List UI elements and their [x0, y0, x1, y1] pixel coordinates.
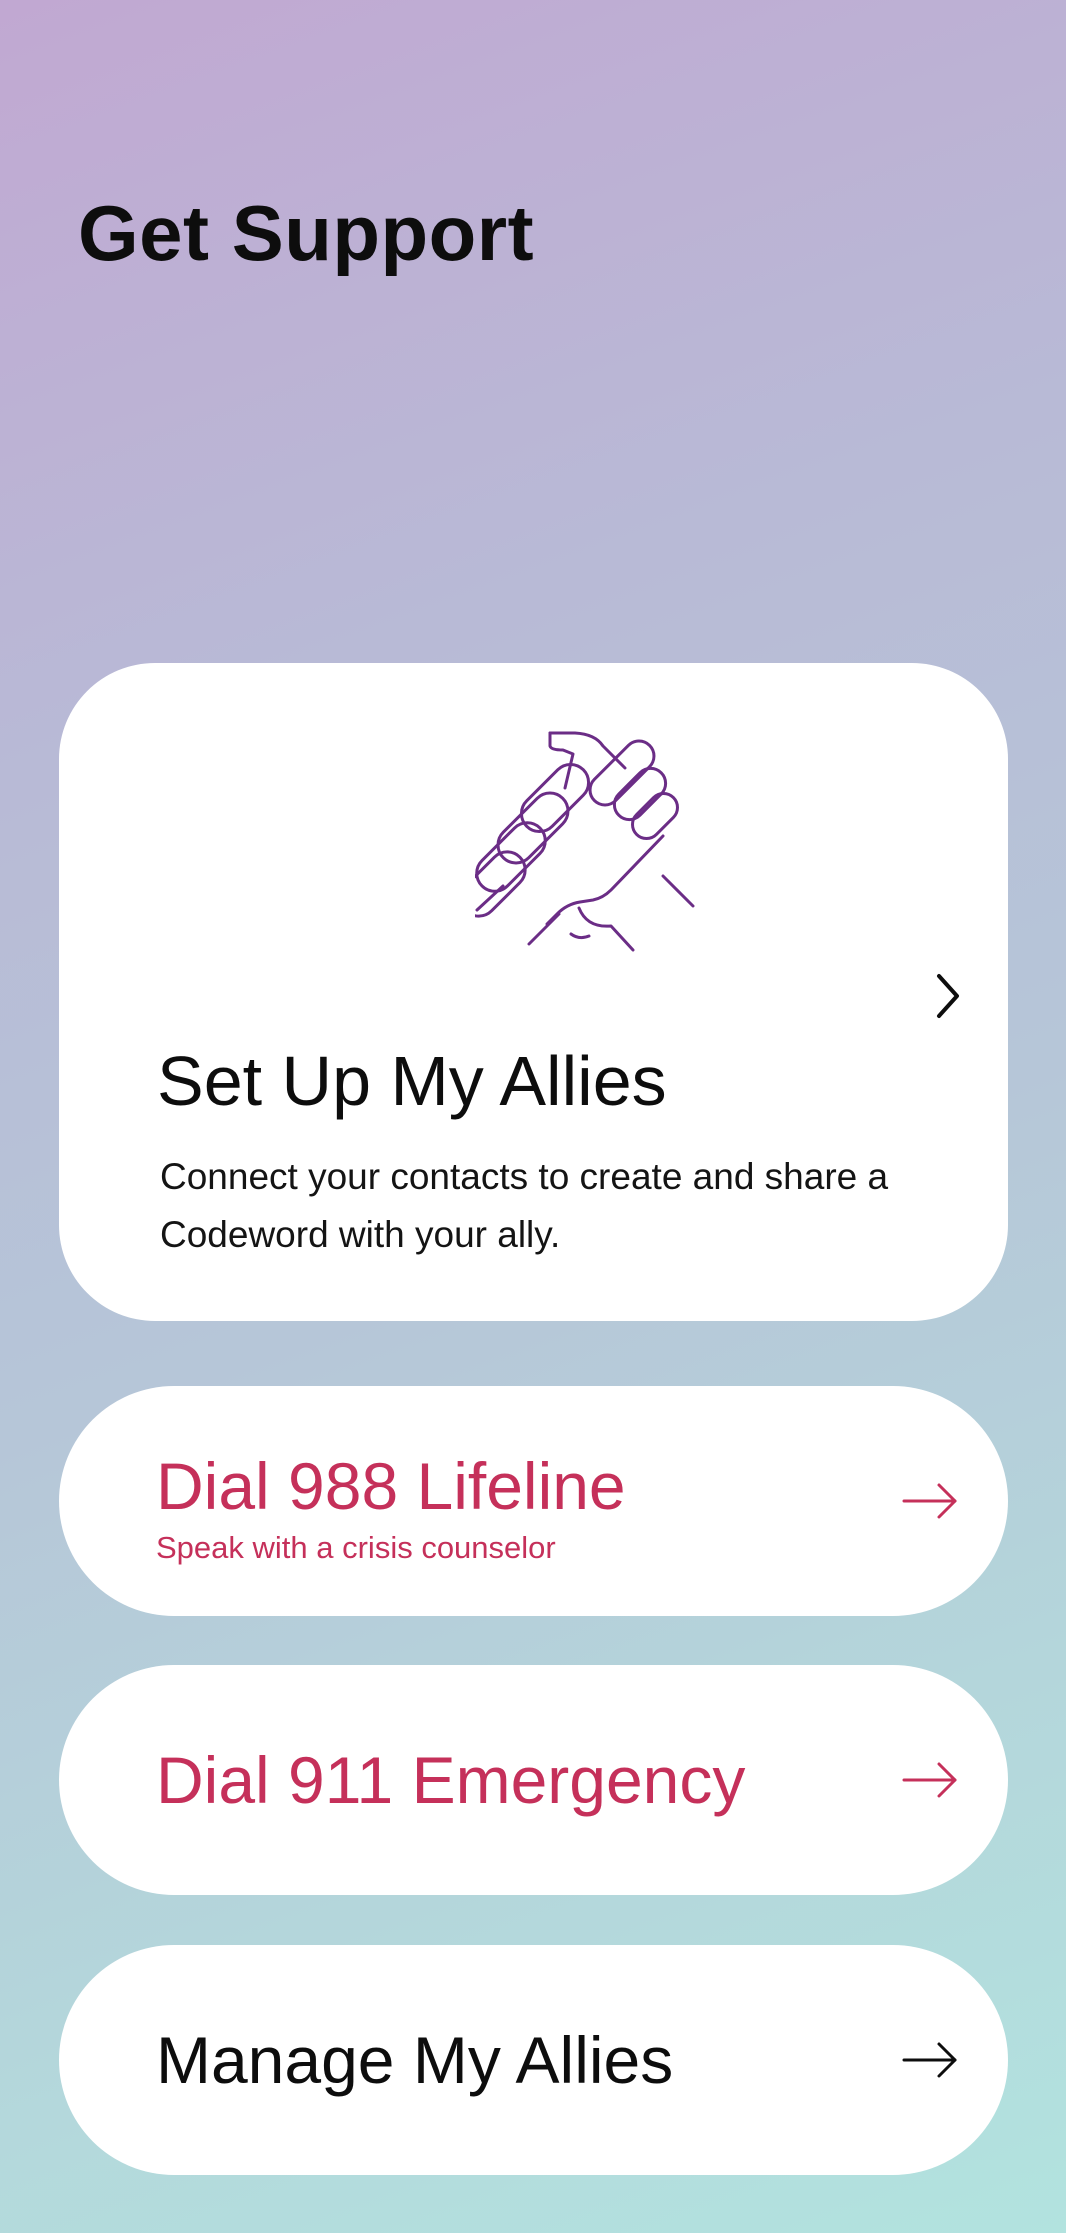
arrow-right-icon: [902, 1762, 957, 1798]
arrow-right-icon: [902, 2042, 957, 2078]
set-up-allies-card[interactable]: Set Up My Allies Connect your contacts t…: [59, 663, 1008, 1321]
page-title: Get Support: [78, 189, 535, 277]
manage-title: Manage My Allies: [156, 2023, 674, 2097]
manage-my-allies-button[interactable]: Manage My Allies: [59, 1945, 1008, 2175]
dial-988-lifeline-button[interactable]: Dial 988 Lifeline Speak with a crisis co…: [59, 1386, 1008, 1616]
allies-card-description: Connect your contacts to create and shar…: [160, 1156, 889, 1255]
allies-card-title: Set Up My Allies: [157, 1042, 667, 1120]
lifeline-subtitle: Speak with a crisis counselor: [156, 1530, 556, 1565]
dial-911-emergency-button[interactable]: Dial 911 Emergency: [59, 1665, 1008, 1895]
lifeline-title: Dial 988 Lifeline: [156, 1449, 626, 1523]
arrow-right-icon: [902, 1483, 957, 1519]
clasped-hands-icon: [475, 731, 695, 952]
chevron-right-icon[interactable]: [929, 966, 969, 1026]
emergency-title: Dial 911 Emergency: [156, 1743, 746, 1817]
